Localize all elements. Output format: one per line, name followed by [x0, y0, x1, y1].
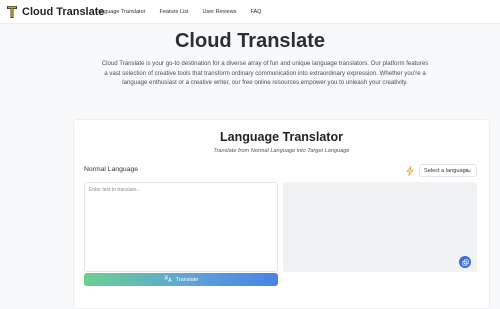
lightning-icon[interactable] — [404, 165, 416, 177]
hero-title: Cloud Translate — [174, 30, 326, 52]
source-text-input[interactable] — [85, 183, 277, 271]
copy-button[interactable] — [459, 256, 471, 268]
source-text-box — [84, 182, 278, 272]
translator-subtitle: Translate from Normal Language into Targ… — [213, 148, 350, 154]
top-navbar: Cloud Translate Language Translator Feat… — [0, 0, 500, 24]
brand-name: Cloud Translate — [22, 6, 105, 18]
main-nav: Language Translator Feature List User Re… — [95, 6, 261, 18]
translate-button-label: Translate — [175, 276, 199, 283]
chevron-down-icon — [466, 168, 472, 174]
translate-button[interactable]: Translate — [84, 273, 278, 286]
nav-link-language-translator[interactable]: Language Translator — [95, 9, 145, 15]
translate-icon — [163, 275, 172, 284]
target-language-select[interactable]: Select a language — [419, 164, 477, 177]
hero-description: Cloud Translate is your go-to destinatio… — [101, 60, 429, 87]
logo-icon — [6, 5, 18, 19]
translation-output — [283, 182, 477, 272]
brand-logo[interactable]: Cloud Translate — [6, 4, 105, 20]
nav-link-feature-list[interactable]: Feature List — [159, 9, 188, 15]
source-language-label: Normal Language — [84, 166, 139, 173]
nav-link-user-reviews[interactable]: User Reviews — [203, 9, 237, 15]
translator-title: Language Translator — [220, 130, 343, 144]
translator-card: Language Translator Translate from Norma… — [73, 119, 490, 309]
target-language-value: Select a language — [424, 167, 469, 174]
copy-icon — [461, 253, 469, 271]
nav-link-faq[interactable]: FAQ — [250, 9, 261, 15]
